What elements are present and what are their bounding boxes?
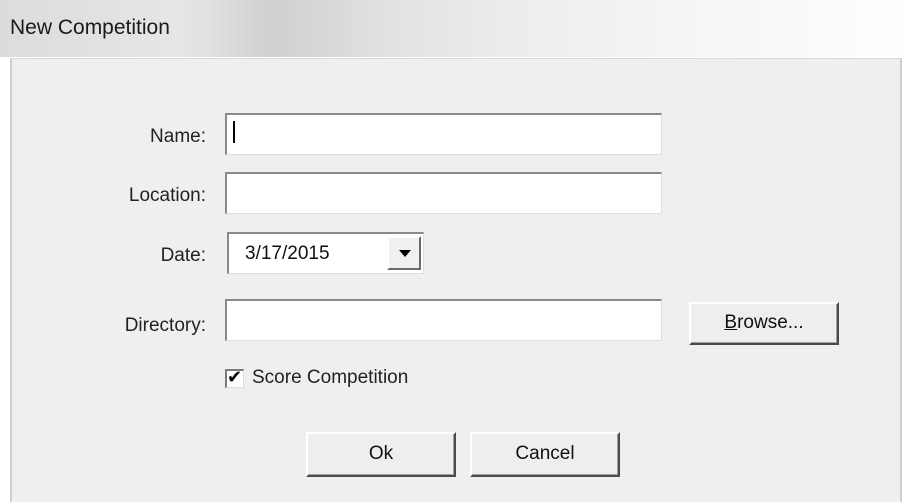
name-label: Name:	[150, 126, 206, 147]
location-label: Location:	[128, 185, 206, 206]
window-title: New Competition	[10, 16, 170, 39]
date-picker[interactable]: 3/17/2015	[227, 232, 424, 274]
text-cursor	[233, 121, 235, 143]
name-input[interactable]	[225, 113, 662, 155]
dialog-body: Name: Location: Date: 3/17/2015 Director…	[10, 58, 902, 502]
date-value: 3/17/2015	[245, 243, 330, 264]
date-dropdown-button[interactable]	[387, 236, 421, 270]
score-competition-label: Score Competition	[252, 367, 409, 388]
browse-accelerator: B	[724, 312, 738, 333]
score-competition-checkbox[interactable]: ✔	[225, 367, 244, 388]
chevron-down-icon	[399, 250, 411, 257]
date-label: Date:	[160, 245, 206, 266]
title-bar[interactable]: New Competition	[0, 0, 912, 57]
check-icon: ✔	[227, 367, 243, 387]
browse-button[interactable]: Browse...	[689, 302, 839, 345]
cancel-button[interactable]: Cancel	[470, 432, 620, 477]
directory-label: Directory:	[124, 315, 206, 336]
new-competition-dialog: New Competition Name: Location: Date: 3/…	[0, 0, 912, 502]
directory-input[interactable]	[225, 299, 662, 341]
location-input[interactable]	[225, 172, 662, 214]
browse-label: rowse...	[737, 312, 804, 333]
ok-button[interactable]: Ok	[306, 432, 456, 477]
